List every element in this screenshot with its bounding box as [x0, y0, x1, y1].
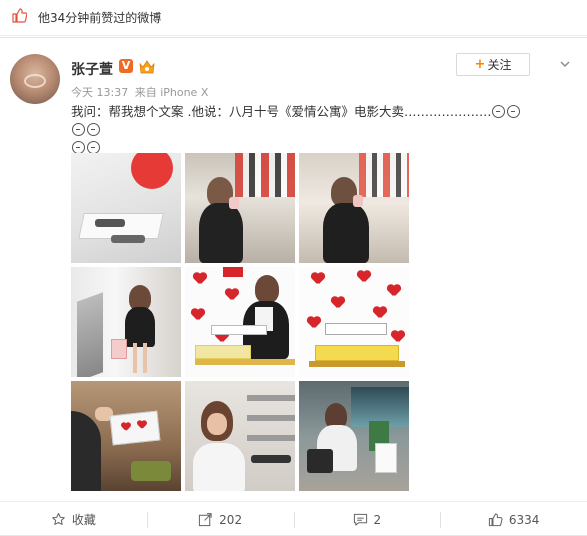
liked-notice-bar: 他34分钟前赞过的微博 — [0, 0, 587, 36]
emoji-icon — [87, 123, 100, 136]
post-meta: 今天 13:37 来自 iPhone X — [71, 84, 208, 100]
favorite-button[interactable]: 收藏 — [0, 502, 147, 536]
post-photo[interactable] — [185, 381, 295, 491]
post-photo[interactable] — [185, 267, 295, 377]
post-action-bar: 收藏 202 2 6334 — [0, 501, 587, 536]
share-button[interactable]: 202 — [146, 502, 294, 536]
post-photo[interactable] — [71, 381, 181, 491]
author-name[interactable]: 张子萱 — [71, 59, 113, 79]
emoji-icon — [72, 123, 85, 136]
follow-button[interactable]: + 关注 — [456, 53, 530, 76]
post-photo[interactable] — [185, 153, 295, 263]
post-photo[interactable] — [71, 267, 181, 377]
favorite-label: 收藏 — [71, 513, 96, 527]
like-count: 6334 — [508, 512, 540, 527]
like-button[interactable]: 6334 — [440, 502, 587, 536]
thumbs-up-icon — [12, 8, 27, 23]
post-photo[interactable] — [299, 381, 409, 491]
star-icon — [52, 512, 65, 525]
photo-grid — [71, 153, 411, 493]
share-count: 202 — [219, 512, 243, 527]
vip-badge-icon: V — [119, 59, 133, 73]
member-crown-icon — [139, 60, 155, 74]
share-icon — [199, 513, 212, 527]
emoji-icon — [507, 105, 521, 118]
post-source: 来自 iPhone X — [134, 86, 209, 99]
post-timestamp[interactable]: 今天 13:37 — [71, 86, 128, 99]
post-photo[interactable] — [71, 153, 181, 263]
post-text: 我问：帮我想个文案 .他说：八月十号《爱情公寓》电影大卖………………… — [71, 104, 492, 119]
liked-notice-text: 他34分钟前赞过的微博 — [38, 11, 162, 25]
chevron-down-icon[interactable] — [560, 59, 570, 69]
thumbs-up-icon — [488, 513, 503, 527]
comment-button[interactable]: 2 — [293, 502, 441, 536]
plus-icon: + — [474, 57, 486, 72]
emoji-icon — [492, 105, 506, 118]
weibo-post-card: 张子萱 V + 关注 今天 13:37 来自 iPhone X 我问：帮我想个文… — [0, 37, 587, 536]
comment-count: 2 — [373, 512, 382, 527]
comment-icon — [353, 513, 367, 526]
follow-label: 关注 — [487, 58, 512, 72]
post-content: 我问：帮我想个文案 .他说：八月十号《爱情公寓》电影大卖………………… — [71, 103, 531, 157]
post-photo[interactable] — [299, 153, 409, 263]
avatar[interactable] — [10, 54, 60, 104]
post-photo[interactable] — [299, 267, 409, 377]
